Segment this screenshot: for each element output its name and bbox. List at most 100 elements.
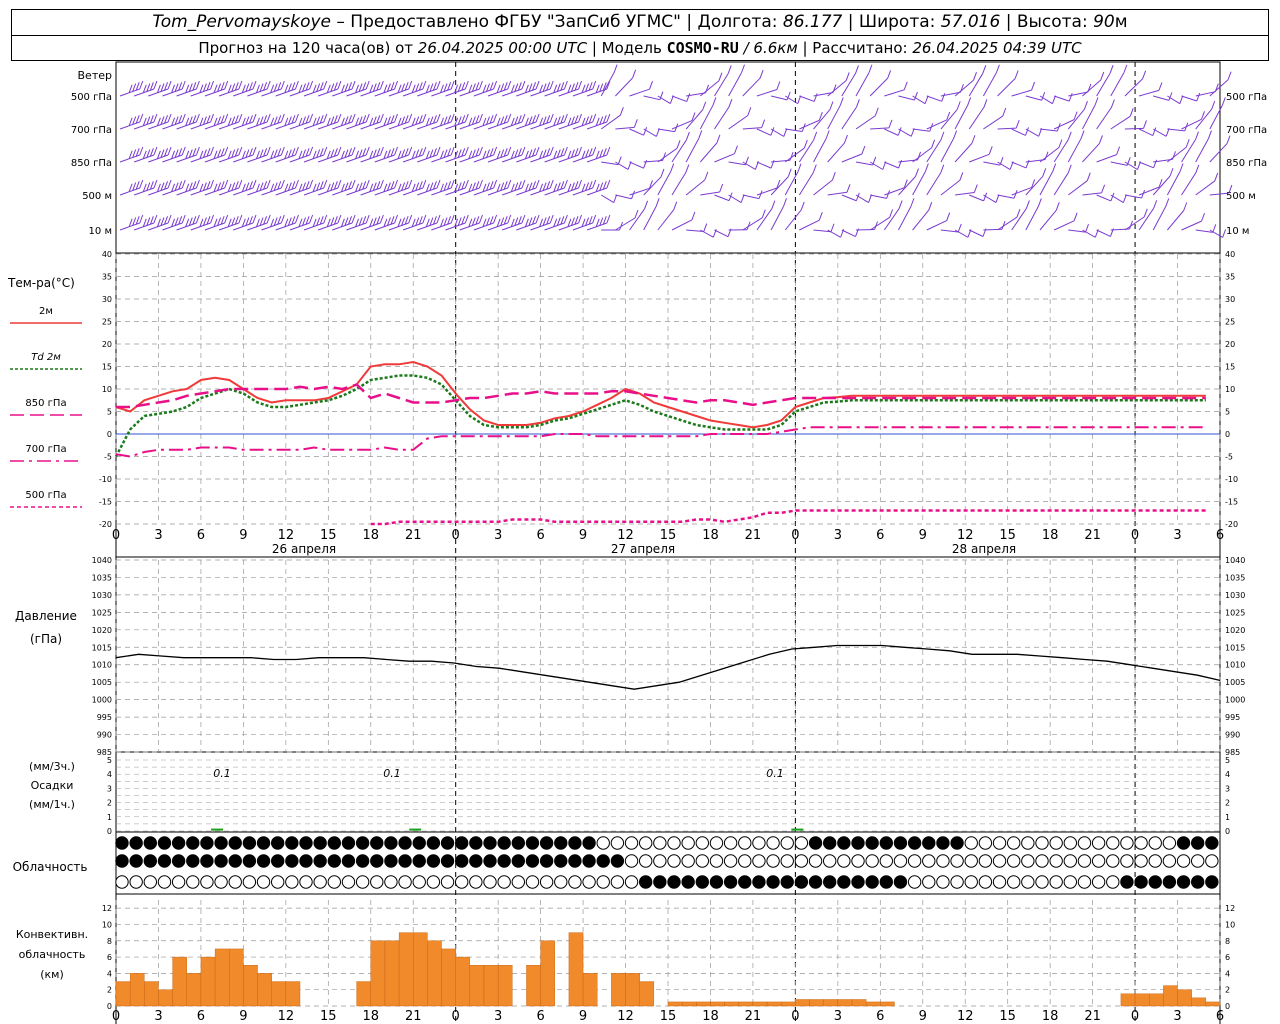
wind-barb-feather <box>323 179 328 189</box>
wind-barb-feather <box>813 131 818 141</box>
cloud-cover-circle <box>1134 875 1148 889</box>
wind-barb-feather <box>195 113 200 123</box>
wind-barb-feather <box>195 80 200 90</box>
pressure-tick-right: 1025 <box>1225 608 1245 617</box>
conv-tick-left: 12 <box>102 904 112 913</box>
pressure-tick-left: 1005 <box>92 678 112 687</box>
wind-barb <box>870 127 889 130</box>
wind-barb-feather <box>238 80 243 90</box>
conv-tick-right: 2 <box>1225 986 1230 995</box>
wind-barb-feather <box>673 201 678 210</box>
pressure-tick-left: 1010 <box>92 661 112 670</box>
wind-barb <box>1082 192 1102 196</box>
wind-barb <box>1152 175 1171 196</box>
hour-tick-bottom: 21 <box>1084 1009 1101 1024</box>
wind-barb <box>841 106 857 130</box>
wind-barb <box>770 95 788 101</box>
wind-barb <box>685 109 704 130</box>
wind-barb-feather <box>698 130 703 139</box>
temp-legend-label: 850 гПа <box>25 398 66 409</box>
wind-barb <box>629 128 644 136</box>
wind-level-label: 700 гПа <box>71 125 112 136</box>
cloud-cover-circle <box>384 836 398 850</box>
cloud-cover-circle <box>865 854 879 868</box>
wind-barb-feather <box>712 97 717 106</box>
conv-bar <box>540 940 555 1007</box>
wind-barb-feather <box>422 179 427 189</box>
conv-bar <box>243 965 258 1007</box>
cloud-cover-circle <box>1162 854 1177 868</box>
cloud-cover-circle <box>129 875 143 889</box>
wind-barb <box>855 72 870 97</box>
precip-tick-left: 1 <box>107 813 112 822</box>
temp-tick-right: -15 <box>1225 498 1238 507</box>
hour-tick: 18 <box>362 528 379 543</box>
wind-barb-feather <box>493 179 498 189</box>
wind-barb-feather <box>776 81 781 90</box>
wind-barb-feather <box>803 139 808 149</box>
wind-barb-feather <box>252 80 257 90</box>
wind-barb-feather <box>379 146 384 156</box>
wind-barb <box>997 78 1016 97</box>
cloud-cover-circle <box>582 875 596 889</box>
wind-barb-feather <box>280 146 285 156</box>
wind-barb-feather <box>195 179 200 189</box>
wind-barb-feather <box>351 214 356 224</box>
temp-tick-left: 10 <box>102 385 112 394</box>
cloud-cover-circle <box>695 836 710 850</box>
wind-title: Ветер <box>78 69 112 82</box>
wind-barb-feather <box>967 97 972 106</box>
wind-barb-feather <box>1002 107 1007 117</box>
hour-tick: 3 <box>494 528 502 543</box>
wind-barb <box>714 73 729 97</box>
wind-barb-feather <box>450 179 455 189</box>
cloud-title: Облачность <box>13 860 88 874</box>
wind-barb-feather <box>643 127 648 136</box>
cloud-cover-circle <box>1021 854 1035 868</box>
wind-barb-feather <box>195 146 200 156</box>
wind-barb-feather <box>1073 212 1078 221</box>
hour-tick: 9 <box>239 528 247 543</box>
wind-barb-feather <box>1098 135 1103 144</box>
wind-barb-feather <box>1143 208 1148 218</box>
wind-barb <box>997 194 1015 199</box>
wind-barb-feather <box>982 65 987 74</box>
wind-barb-feather <box>1122 194 1127 203</box>
cloud-cover-circle <box>1134 854 1148 868</box>
wind-barb-feather <box>903 81 908 90</box>
wind-barb-feather <box>563 214 568 224</box>
wind-barb-feather <box>889 209 894 218</box>
wind-barb-feather <box>704 171 709 181</box>
pressure-tick-right: 1015 <box>1225 643 1245 652</box>
wind-barb-feather <box>632 69 637 79</box>
temp-tick-right: 10 <box>1225 385 1235 394</box>
cloud-cover-circle <box>228 875 242 889</box>
wind-barb-feather <box>365 179 370 189</box>
wind-barb <box>1167 128 1185 132</box>
temp-tick-right: 35 <box>1225 273 1235 282</box>
cloud-cover-circle <box>936 854 950 868</box>
cloud-cover-circle <box>1006 836 1021 850</box>
cloud-cover-circle <box>511 854 526 868</box>
wind-barb <box>799 95 815 102</box>
conv-bar <box>568 932 584 1007</box>
wind-barb-feather <box>928 201 933 211</box>
wind-barb-feather <box>868 194 873 203</box>
wind-barb-feather <box>337 214 342 224</box>
wind-barb <box>643 95 661 101</box>
cloud-cover-circle <box>1106 875 1120 889</box>
wind-barb-feather <box>1201 212 1205 222</box>
wind-barb-feather <box>874 107 879 116</box>
hour-tick-bottom: 9 <box>579 1009 587 1024</box>
wind-barb-feather <box>1083 101 1088 110</box>
cloud-cover-circle <box>582 836 596 850</box>
wind-barb-feather <box>337 179 342 189</box>
wind-barb <box>685 138 700 163</box>
wind-barb-feather <box>988 146 993 155</box>
cloud-cover-circle <box>157 854 172 868</box>
wind-barb-feather <box>563 179 568 189</box>
cloud-cover-circle <box>1006 854 1021 868</box>
td2m-line <box>114 374 1206 458</box>
wind-barb-feather <box>493 80 498 90</box>
wind-barb-feather <box>422 80 427 90</box>
